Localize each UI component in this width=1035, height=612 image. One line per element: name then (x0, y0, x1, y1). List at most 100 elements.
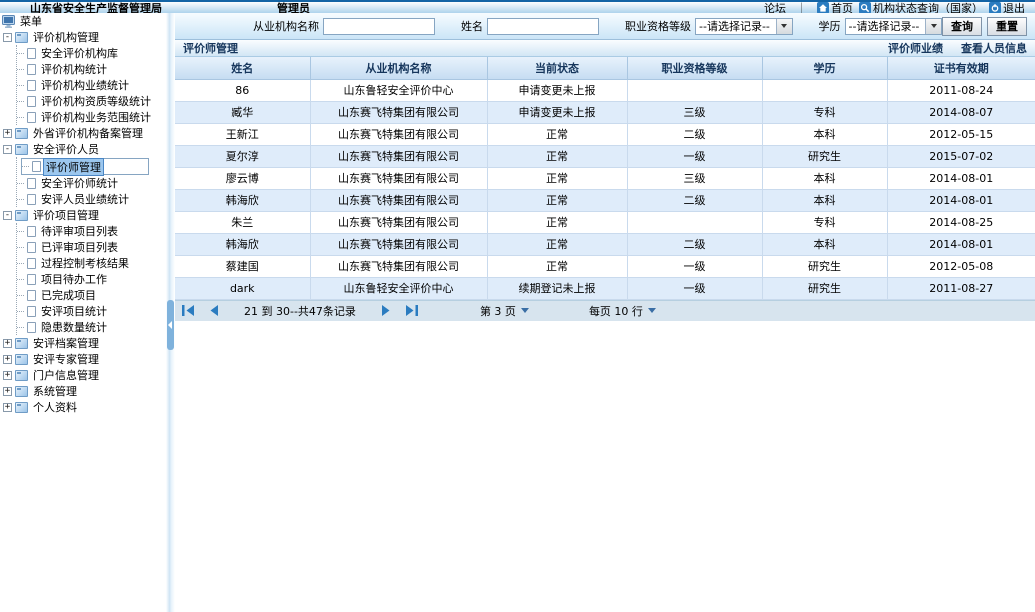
table-cell: 本科 (762, 233, 887, 255)
table-row[interactable]: 夏尔淳山东赛飞特集团有限公司正常一级研究生2015-07-02 (175, 145, 1035, 167)
column-header[interactable]: 从业机构名称 (310, 57, 487, 79)
qualification-select[interactable]: --请选择记录-- (695, 18, 793, 35)
table-cell: 臧华 (175, 101, 310, 123)
table-row[interactable]: 王新江山东赛飞特集团有限公司正常二级本科2012-05-15 (175, 123, 1035, 145)
table-cell: 山东赛飞特集团有限公司 (310, 189, 487, 211)
table-cell: 山东赛飞特集团有限公司 (310, 123, 487, 145)
tree-leaf[interactable]: 过程控制考核结果 (17, 255, 166, 271)
expand-icon[interactable]: + (3, 371, 12, 380)
tree-branch[interactable]: +个人资料 (3, 399, 166, 415)
table-row[interactable]: 韩海欣山东赛飞特集团有限公司正常二级本科2014-08-01 (175, 189, 1035, 211)
table-row[interactable]: 臧华山东赛飞特集团有限公司申请变更未上报三级专科2014-08-07 (175, 101, 1035, 123)
expand-icon[interactable]: + (3, 387, 12, 396)
table-row[interactable]: 朱兰山东赛飞特集团有限公司正常专科2014-08-25 (175, 211, 1035, 233)
table-cell: 2014-08-01 (887, 233, 1035, 255)
page-size-select[interactable]: 每页 10 行 (589, 303, 656, 319)
dropdown-arrow-icon[interactable] (776, 19, 792, 34)
tree-branch[interactable]: +安评专家管理 (3, 351, 166, 367)
sidebar-collapse-handle[interactable] (167, 300, 174, 350)
tree-branch-label: 门户信息管理 (31, 367, 101, 383)
tree-leaf[interactable]: 安评人员业绩统计 (17, 191, 166, 207)
collapse-icon[interactable]: - (3, 145, 12, 154)
tree-children: 待评审项目列表已评审项目列表过程控制考核结果项目待办工作已完成项目安评项目统计隐… (16, 223, 166, 335)
tree-leaf[interactable]: 评价机构资质等级统计 (17, 93, 166, 109)
first-page-icon[interactable] (182, 305, 195, 316)
table-row[interactable]: 蔡建国山东赛飞特集团有限公司正常一级研究生2012-05-08 (175, 255, 1035, 277)
tree-leaf[interactable]: 项目待办工作 (17, 271, 166, 287)
expand-icon[interactable]: + (3, 355, 12, 364)
query-button[interactable]: 查询 (942, 17, 982, 36)
collapse-icon[interactable]: - (3, 211, 12, 220)
tree-branch-label: 安评档案管理 (31, 335, 101, 351)
org-name-label: 从业机构名称 (253, 18, 319, 34)
table-cell: 续期登记未上报 (487, 277, 627, 299)
tree-leaf[interactable]: 安全评价机构库 (17, 45, 166, 61)
tree-leaf[interactable]: 隐患数量统计 (17, 319, 166, 335)
table-cell: 专科 (762, 101, 887, 123)
person-name-label: 姓名 (461, 18, 483, 34)
table-cell: 2014-08-01 (887, 189, 1035, 211)
expand-icon[interactable]: + (3, 129, 12, 138)
tree-branch-label: 外省评价机构备案管理 (31, 125, 145, 141)
tree-leaf[interactable]: 待评审项目列表 (17, 223, 166, 239)
next-page-icon[interactable] (381, 305, 391, 316)
tree-leaf[interactable]: 已评审项目列表 (17, 239, 166, 255)
page-icon (27, 96, 36, 107)
evaluator-performance-link[interactable]: 评价师业绩 (888, 40, 943, 56)
column-header[interactable]: 姓名 (175, 57, 310, 79)
expand-icon[interactable]: + (3, 339, 12, 348)
tree-branch[interactable]: -评价机构管理 (3, 29, 166, 45)
tree-leaf[interactable]: 已完成项目 (17, 287, 166, 303)
tree-connector (17, 295, 24, 296)
tree-branch[interactable]: +系统管理 (3, 383, 166, 399)
tree-branch[interactable]: + 外省评价机构备案管理 (3, 125, 166, 141)
table-cell: 山东鲁轻安全评价中心 (310, 277, 487, 299)
column-header[interactable]: 当前状态 (487, 57, 627, 79)
table-row[interactable]: dark山东鲁轻安全评价中心续期登记未上报一级研究生2011-08-27 (175, 277, 1035, 299)
tree-branch[interactable]: + 门户信息管理 (3, 367, 166, 383)
tree-leaf[interactable]: 评价机构统计 (17, 61, 166, 77)
table-cell: 86 (175, 79, 310, 101)
table-cell: 山东赛飞特集团有限公司 (310, 145, 487, 167)
table-cell: 山东鲁轻安全评价中心 (310, 79, 487, 101)
tree-leaf-selected[interactable]: 评价师管理 (21, 158, 149, 175)
column-header[interactable]: 证书有效期 (887, 57, 1035, 79)
dropdown-arrow-icon (648, 308, 656, 313)
column-header[interactable]: 职业资格等级 (627, 57, 762, 79)
tree-branch[interactable]: -评价项目管理 (3, 207, 166, 223)
page-number-select[interactable]: 第 3 页 (480, 303, 529, 319)
sidebar: 菜单 -评价机构管理安全评价机构库评价机构统计评价机构业绩统计评价机构资质等级统… (0, 13, 166, 612)
tree-leaf[interactable]: 评价机构业绩统计 (17, 77, 166, 93)
prev-page-icon[interactable] (209, 305, 219, 316)
dropdown-arrow-icon[interactable] (925, 19, 941, 34)
sidebar-splitter[interactable] (166, 13, 175, 612)
education-select[interactable]: --请选择记录-- (845, 18, 943, 35)
tree-leaf[interactable]: 评价机构业务范围统计 (17, 109, 166, 125)
folder-icon (15, 354, 28, 365)
table-row[interactable]: 韩海欣山东赛飞特集团有限公司正常二级本科2014-08-01 (175, 233, 1035, 255)
table-cell: 山东赛飞特集团有限公司 (310, 167, 487, 189)
table-row[interactable]: 廖云博山东赛飞特集团有限公司正常三级本科2014-08-01 (175, 167, 1035, 189)
collapse-icon[interactable]: - (3, 33, 12, 42)
expand-icon[interactable]: + (3, 403, 12, 412)
table-cell: 王新江 (175, 123, 310, 145)
tree-leaf-label: 过程控制考核结果 (39, 255, 131, 271)
tree-branch[interactable]: -安全评价人员 (3, 141, 166, 157)
reset-button[interactable]: 重置 (987, 17, 1027, 36)
view-personnel-info-link[interactable]: 查看人员信息 (961, 40, 1027, 56)
table-row[interactable]: 86山东鲁轻安全评价中心申请变更未上报2011-08-24 (175, 79, 1035, 101)
table-cell: 2011-08-27 (887, 277, 1035, 299)
last-page-icon[interactable] (405, 305, 418, 316)
tree-leaf-label: 评价机构业务范围统计 (39, 109, 153, 125)
column-header[interactable]: 学历 (762, 57, 887, 79)
org-name-input[interactable] (323, 18, 435, 35)
person-name-input[interactable] (487, 18, 599, 35)
table-cell: 韩海欣 (175, 189, 310, 211)
table-cell: 二级 (627, 189, 762, 211)
tree-leaf-label: 评价机构资质等级统计 (39, 93, 153, 109)
tree-leaf[interactable]: 安全评价师统计 (17, 175, 166, 191)
table-cell: 正常 (487, 145, 627, 167)
tree-connector (17, 279, 24, 280)
tree-leaf[interactable]: 安评项目统计 (17, 303, 166, 319)
tree-branch[interactable]: + 安评档案管理 (3, 335, 166, 351)
